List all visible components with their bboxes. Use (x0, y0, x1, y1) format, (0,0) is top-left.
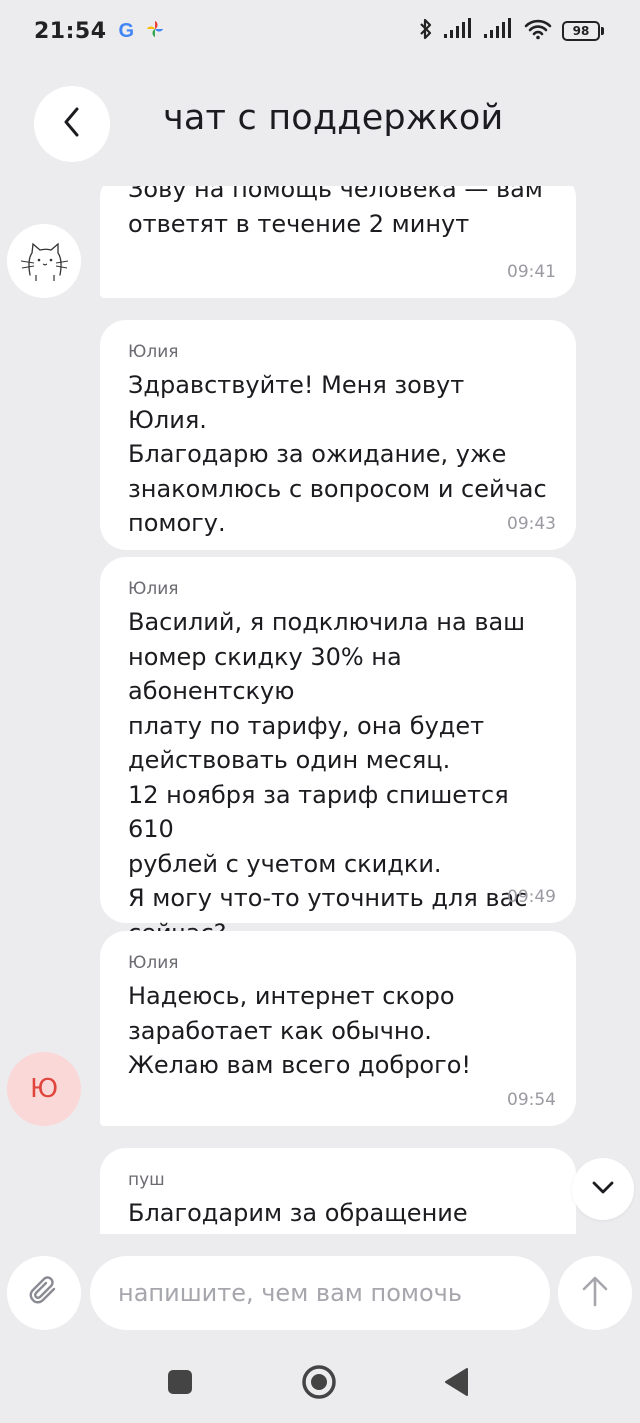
chevron-left-icon (62, 106, 82, 142)
scroll-down-button[interactable] (572, 1158, 634, 1220)
photos-pinwheel-icon (146, 20, 164, 42)
send-button[interactable] (558, 1256, 632, 1330)
system-back-button[interactable] (436, 1362, 476, 1402)
back-triangle-icon (445, 1368, 468, 1396)
bot-avatar (7, 224, 81, 298)
battery-icon: 98 (562, 21, 604, 41)
message-text: Василий, я подключила на ваш номер скидк… (128, 608, 528, 947)
signal-icon (484, 18, 514, 44)
message-bubble: Зову на помощь человека — вам ответят в … (100, 186, 576, 298)
message-input[interactable] (90, 1256, 550, 1330)
home-circle-icon (302, 1365, 336, 1399)
message-time: 09:41 (507, 262, 556, 282)
operator-avatar: Ю (7, 1052, 81, 1126)
page-title: чат с поддержкой (163, 98, 504, 138)
message-bubble: пуш Благодарим за обращение (100, 1148, 576, 1234)
recents-square-icon (168, 1370, 192, 1394)
message-time: 09:54 (507, 1090, 556, 1110)
status-right: 98 (418, 17, 604, 45)
cat-icon (20, 242, 69, 281)
battery-level: 98 (562, 21, 600, 41)
chevron-down-icon (592, 1180, 614, 1199)
message-text: Благодарим за обращение (128, 1199, 468, 1227)
paperclip-icon (27, 1274, 61, 1312)
header: чат с поддержкой (0, 80, 640, 170)
message-text: Надеюсь, интернет скоро заработает как о… (128, 982, 472, 1079)
message-text: Зову на помощь человека — вам ответят в … (128, 186, 543, 238)
bluetooth-icon (418, 17, 434, 45)
signal-icon (444, 18, 474, 44)
google-icon: G (118, 19, 135, 42)
system-nav-bar (0, 1340, 640, 1423)
home-button[interactable] (296, 1359, 342, 1405)
arrow-up-icon (582, 1275, 608, 1311)
attach-button[interactable] (7, 1256, 81, 1330)
back-button[interactable] (34, 86, 110, 162)
message-time: 09:43 (507, 514, 556, 534)
message-bubble: Юлия Здравствуйте! Меня зовут Юлия. Благ… (100, 320, 576, 550)
message-text: Здравствуйте! Меня зовут Юлия. Благодарю… (128, 371, 547, 537)
message-author: пуш (128, 1170, 165, 1190)
status-bar: 21:54 G 98 (0, 0, 640, 62)
message-author: Юлия (128, 342, 179, 362)
message-author: Юлия (128, 953, 179, 973)
message-bubble: Юлия Василий, я подключила на ваш номер … (100, 557, 576, 947)
recents-button[interactable] (160, 1362, 200, 1402)
chat-messages[interactable]: Зову на помощь человека — вам ответят в … (0, 186, 640, 1234)
message-author: Юлия (128, 579, 179, 599)
status-time: 21:54 (34, 18, 107, 44)
status-left: 21:54 G (34, 19, 164, 44)
wifi-icon (524, 18, 552, 44)
message-bubble: Юлия Надеюсь, интернет скоро заработает … (100, 931, 576, 1126)
message-time: 09:49 (507, 887, 556, 907)
